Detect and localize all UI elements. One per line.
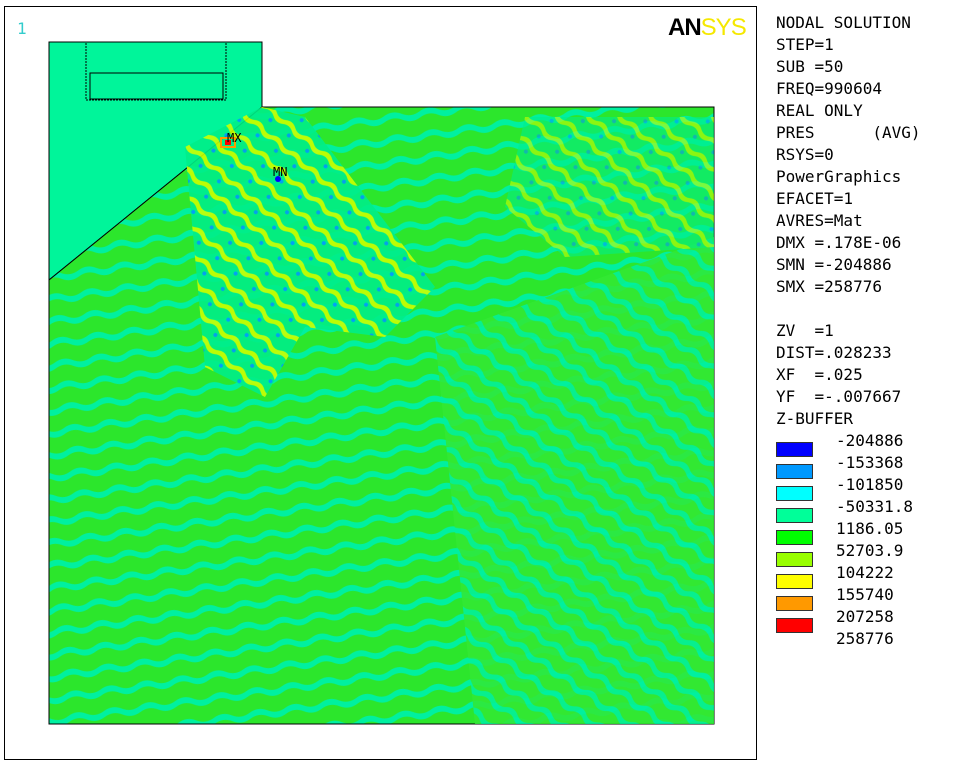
info-line: EFACET=1 <box>776 189 854 208</box>
info-line: NODAL SOLUTION <box>776 13 911 32</box>
min-label: MN <box>273 165 287 179</box>
info-line: FREQ=990604 <box>776 79 882 98</box>
legend-value: 104222 <box>836 563 894 582</box>
view-line: Z-BUFFER <box>776 409 854 428</box>
legend-value: -101850 <box>836 475 904 494</box>
contour-plot[interactable]: MX MN <box>5 7 758 761</box>
info-line: PRES (AVG) <box>776 123 921 142</box>
legend-value: -50331.8 <box>836 497 914 516</box>
max-label: MX <box>227 131 242 145</box>
solution-info: NODAL SOLUTION STEP=1 SUB =50 FREQ=990604 RE… <box>776 12 921 298</box>
info-line: REAL ONLY <box>776 101 863 120</box>
legend-value: 1186.05 <box>836 519 904 538</box>
legend-value: 207258 <box>836 607 894 626</box>
view-line: DIST=.028233 <box>776 343 892 362</box>
contour-legend: -204886 -153368 -101850 -50331.8 1186.05 5270… <box>776 430 946 650</box>
view-line: YF =-.007667 <box>776 387 902 406</box>
legend-swatch <box>776 464 813 479</box>
view-info: ZV =1 DIST=.028233 XF =.025 YF =-.007667 Z-B… <box>776 320 901 430</box>
info-line: PowerGraphics <box>776 167 902 186</box>
legend-value: 52703.9 <box>836 541 904 560</box>
legend-value: 258776 <box>836 629 894 648</box>
graphics-viewport[interactable]: 1 ANSYS MX MN <box>4 6 757 760</box>
info-line: SMX =258776 <box>776 277 882 296</box>
legend-swatch <box>776 508 813 523</box>
legend-swatch <box>776 618 813 633</box>
legend-value: -153368 <box>836 453 904 472</box>
info-line: AVRES=Mat <box>776 211 863 230</box>
info-line: RSYS=0 <box>776 145 834 164</box>
legend-swatch <box>776 574 813 589</box>
view-line: XF =.025 <box>776 365 863 384</box>
info-line: STEP=1 <box>776 35 834 54</box>
info-line: DMX =.178E-06 <box>776 233 902 252</box>
info-line: SMN =-204886 <box>776 255 892 274</box>
info-line: SUB =50 <box>776 57 844 76</box>
view-line: ZV =1 <box>776 321 834 340</box>
legend-value: 155740 <box>836 585 894 604</box>
legend-swatch <box>776 442 813 457</box>
legend-swatch <box>776 486 813 501</box>
legend-swatch <box>776 530 813 545</box>
legend-swatch <box>776 596 813 611</box>
legend-swatch <box>776 552 813 567</box>
legend-value: -204886 <box>836 431 904 450</box>
